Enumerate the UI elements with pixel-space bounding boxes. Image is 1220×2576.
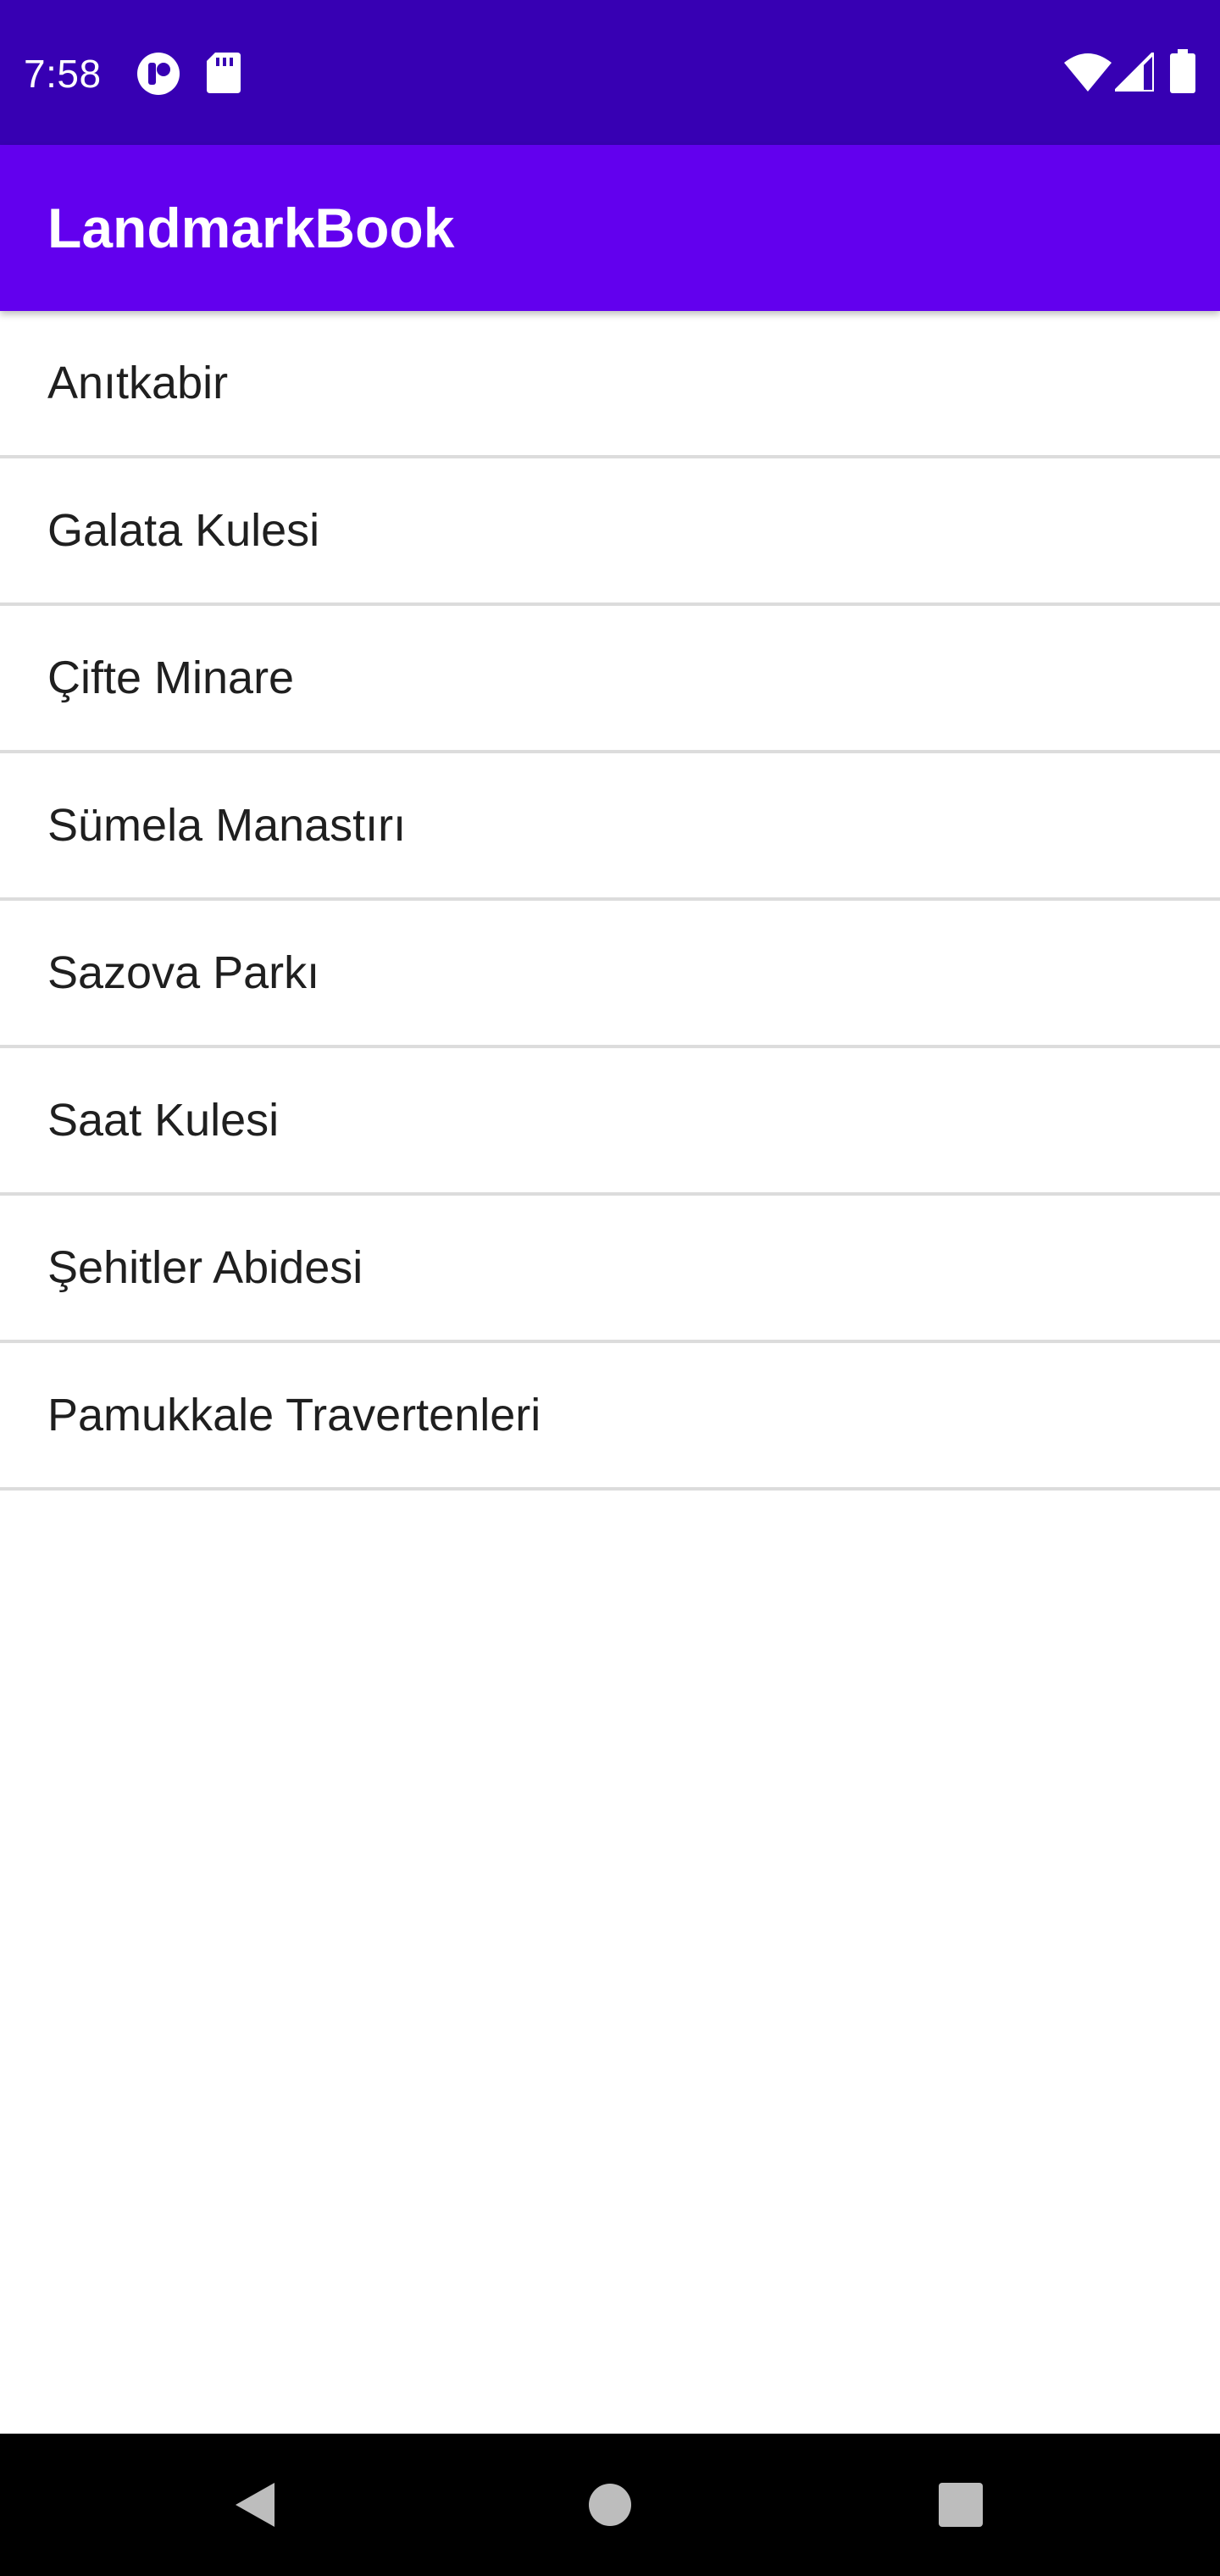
signal-icon — [1115, 53, 1154, 92]
recents-icon — [939, 2483, 983, 2527]
list-item[interactable]: Galata Kulesi — [0, 458, 1220, 606]
list-item-label: Anıtkabir — [47, 358, 229, 408]
landmark-list-screen: 7:58 LandmarkBook Anıtkabir Galata Kules… — [0, 0, 1220, 2576]
back-button[interactable] — [169, 2434, 339, 2576]
list-item[interactable]: Anıtkabir — [0, 311, 1220, 458]
list-item-label: Galata Kulesi — [47, 505, 320, 556]
app-notification-icon — [137, 53, 180, 95]
recents-button[interactable] — [876, 2434, 1045, 2576]
list-item[interactable]: Sümela Manastırı — [0, 753, 1220, 901]
list-item[interactable]: Pamukkale Travertenleri — [0, 1343, 1220, 1491]
list-item-label: Pamukkale Travertenleri — [47, 1390, 541, 1441]
list-item[interactable]: Çifte Minare — [0, 606, 1220, 753]
list-item-label: Çifte Minare — [47, 652, 295, 703]
app-bar: LandmarkBook — [0, 145, 1220, 311]
battery-icon — [1170, 49, 1195, 93]
list-item-label: Sümela Manastırı — [47, 800, 407, 851]
home-button[interactable] — [525, 2434, 695, 2576]
status-bar: 7:58 — [0, 0, 1220, 145]
navigation-bar — [0, 2434, 1220, 2576]
list-item[interactable]: Şehitler Abidesi — [0, 1196, 1220, 1343]
landmark-list[interactable]: Anıtkabir Galata Kulesi Çifte Minare Süm… — [0, 311, 1220, 1491]
back-icon — [236, 2483, 274, 2527]
wifi-icon — [1064, 53, 1112, 92]
list-item[interactable]: Saat Kulesi — [0, 1048, 1220, 1196]
home-icon — [589, 2484, 631, 2526]
status-time: 7:58 — [24, 52, 102, 96]
app-title: LandmarkBook — [47, 197, 455, 259]
list-item-label: Sazova Parkı — [47, 947, 320, 998]
list-item[interactable]: Sazova Parkı — [0, 901, 1220, 1048]
list-item-label: Saat Kulesi — [47, 1095, 280, 1146]
sd-card-icon — [207, 53, 241, 93]
list-item-label: Şehitler Abidesi — [47, 1242, 363, 1293]
